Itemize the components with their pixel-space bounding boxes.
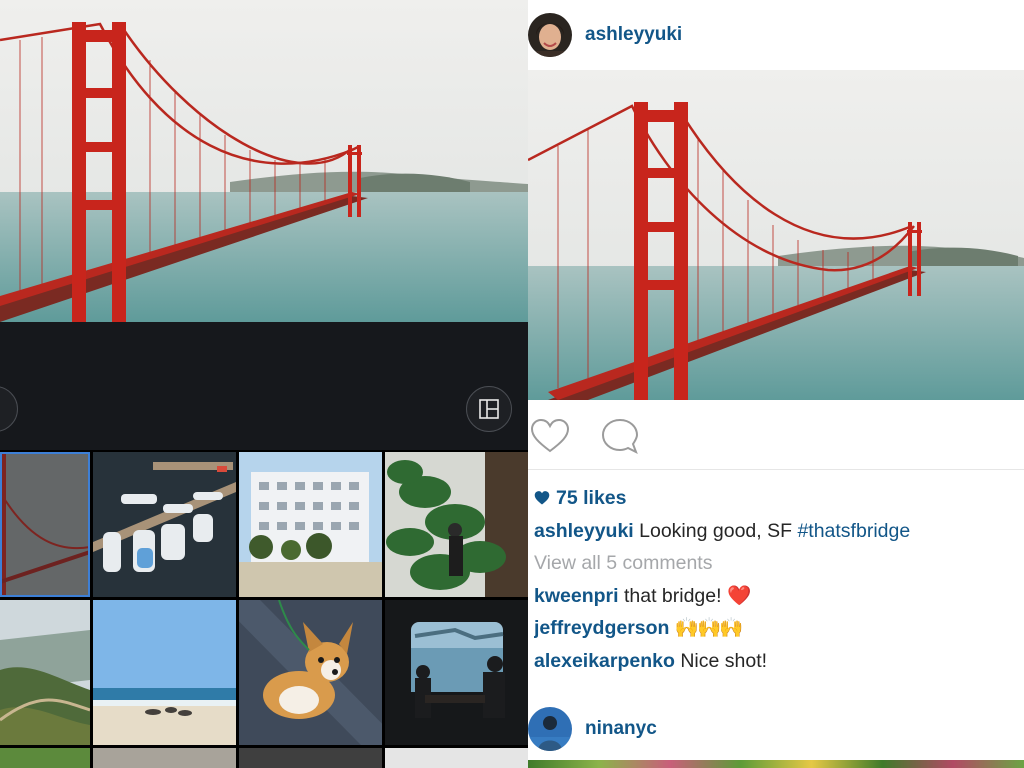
post-author-username[interactable]: ashleyyuki: [585, 24, 682, 46]
photo-grid: [0, 450, 528, 768]
comment-username[interactable]: alexeikarpenko: [534, 650, 675, 672]
post-photo[interactable]: [528, 70, 1024, 400]
caption-text: Looking good, SF: [633, 519, 798, 542]
thumbnail-bridge-fog[interactable]: [0, 452, 90, 597]
comment-row: jeffreydgerson 🙌🙌🙌: [534, 612, 1020, 645]
thumbnail-partial[interactable]: [385, 748, 528, 768]
thumbnail-coastal-hills[interactable]: [0, 600, 90, 745]
layout-icon: [479, 399, 499, 419]
post-header: ashleyyuki: [528, 0, 1024, 70]
thumbnail-corgi-dog[interactable]: [239, 600, 382, 745]
app-screen: ashleyyuki 75 likes ashleyyuki Looking g…: [0, 0, 1024, 768]
like-button[interactable]: [528, 415, 572, 459]
comment-row: alexeikarpenko Nice shot!: [534, 645, 1020, 678]
thumbnail-partial[interactable]: [239, 748, 382, 768]
avatar[interactable]: [528, 707, 572, 751]
heart-emoji: ❤️: [726, 584, 752, 607]
thumbnail-window-silhouettes[interactable]: [385, 600, 528, 745]
heart-outline-icon: [530, 418, 570, 453]
preview-toolbar: [0, 322, 528, 450]
likes-count[interactable]: 75 likes: [534, 482, 1020, 515]
comment-text: Nice shot!: [674, 649, 768, 672]
likes-label: 75 likes: [556, 487, 627, 509]
selected-photo-preview[interactable]: [0, 0, 528, 322]
thumbnail-partial[interactable]: [0, 748, 90, 768]
comment-username[interactable]: kweenpri: [534, 585, 619, 607]
thumbnail-beach-sea[interactable]: [93, 600, 236, 745]
next-post-photo[interactable]: [528, 760, 1024, 768]
gallery-picker-pane: [0, 0, 528, 768]
comment-row: kweenpri that bridge! ❤️: [534, 580, 1020, 613]
caption-username[interactable]: ashleyyuki: [534, 520, 634, 542]
next-post-header: ninanyc: [528, 700, 1024, 758]
crop-button[interactable]: [0, 386, 18, 432]
thumbnail-marina-boats[interactable]: [93, 452, 236, 597]
avatar[interactable]: [528, 13, 572, 57]
post-actions: [528, 405, 1024, 469]
next-post-author-username[interactable]: ninanyc: [585, 718, 657, 740]
thumbnail-houseplant-interior[interactable]: [385, 452, 528, 597]
feed-post-pane: ashleyyuki 75 likes ashleyyuki Looking g…: [528, 0, 1024, 768]
divider: [528, 469, 1024, 470]
thumbnail-white-apartment-building[interactable]: [239, 452, 382, 597]
view-all-comments-link[interactable]: View all 5 comments: [534, 547, 1020, 580]
comment-bubble-icon: [601, 418, 639, 455]
comment-button[interactable]: [598, 415, 642, 459]
comment-username[interactable]: jeffreydgerson: [534, 617, 669, 639]
caption: ashleyyuki Looking good, SF #thatsfbridg…: [534, 515, 1020, 548]
post-details: 75 likes ashleyyuki Looking good, SF #th…: [534, 482, 1020, 677]
raised-hands-emoji: 🙌🙌🙌: [674, 617, 744, 639]
comment-text: that bridge!: [618, 584, 727, 607]
thumbnail-partial[interactable]: [93, 748, 236, 768]
heart-filled-icon: [534, 491, 550, 505]
caption-hashtag[interactable]: #thatsfbridge: [797, 520, 910, 542]
layout-button[interactable]: [466, 386, 512, 432]
